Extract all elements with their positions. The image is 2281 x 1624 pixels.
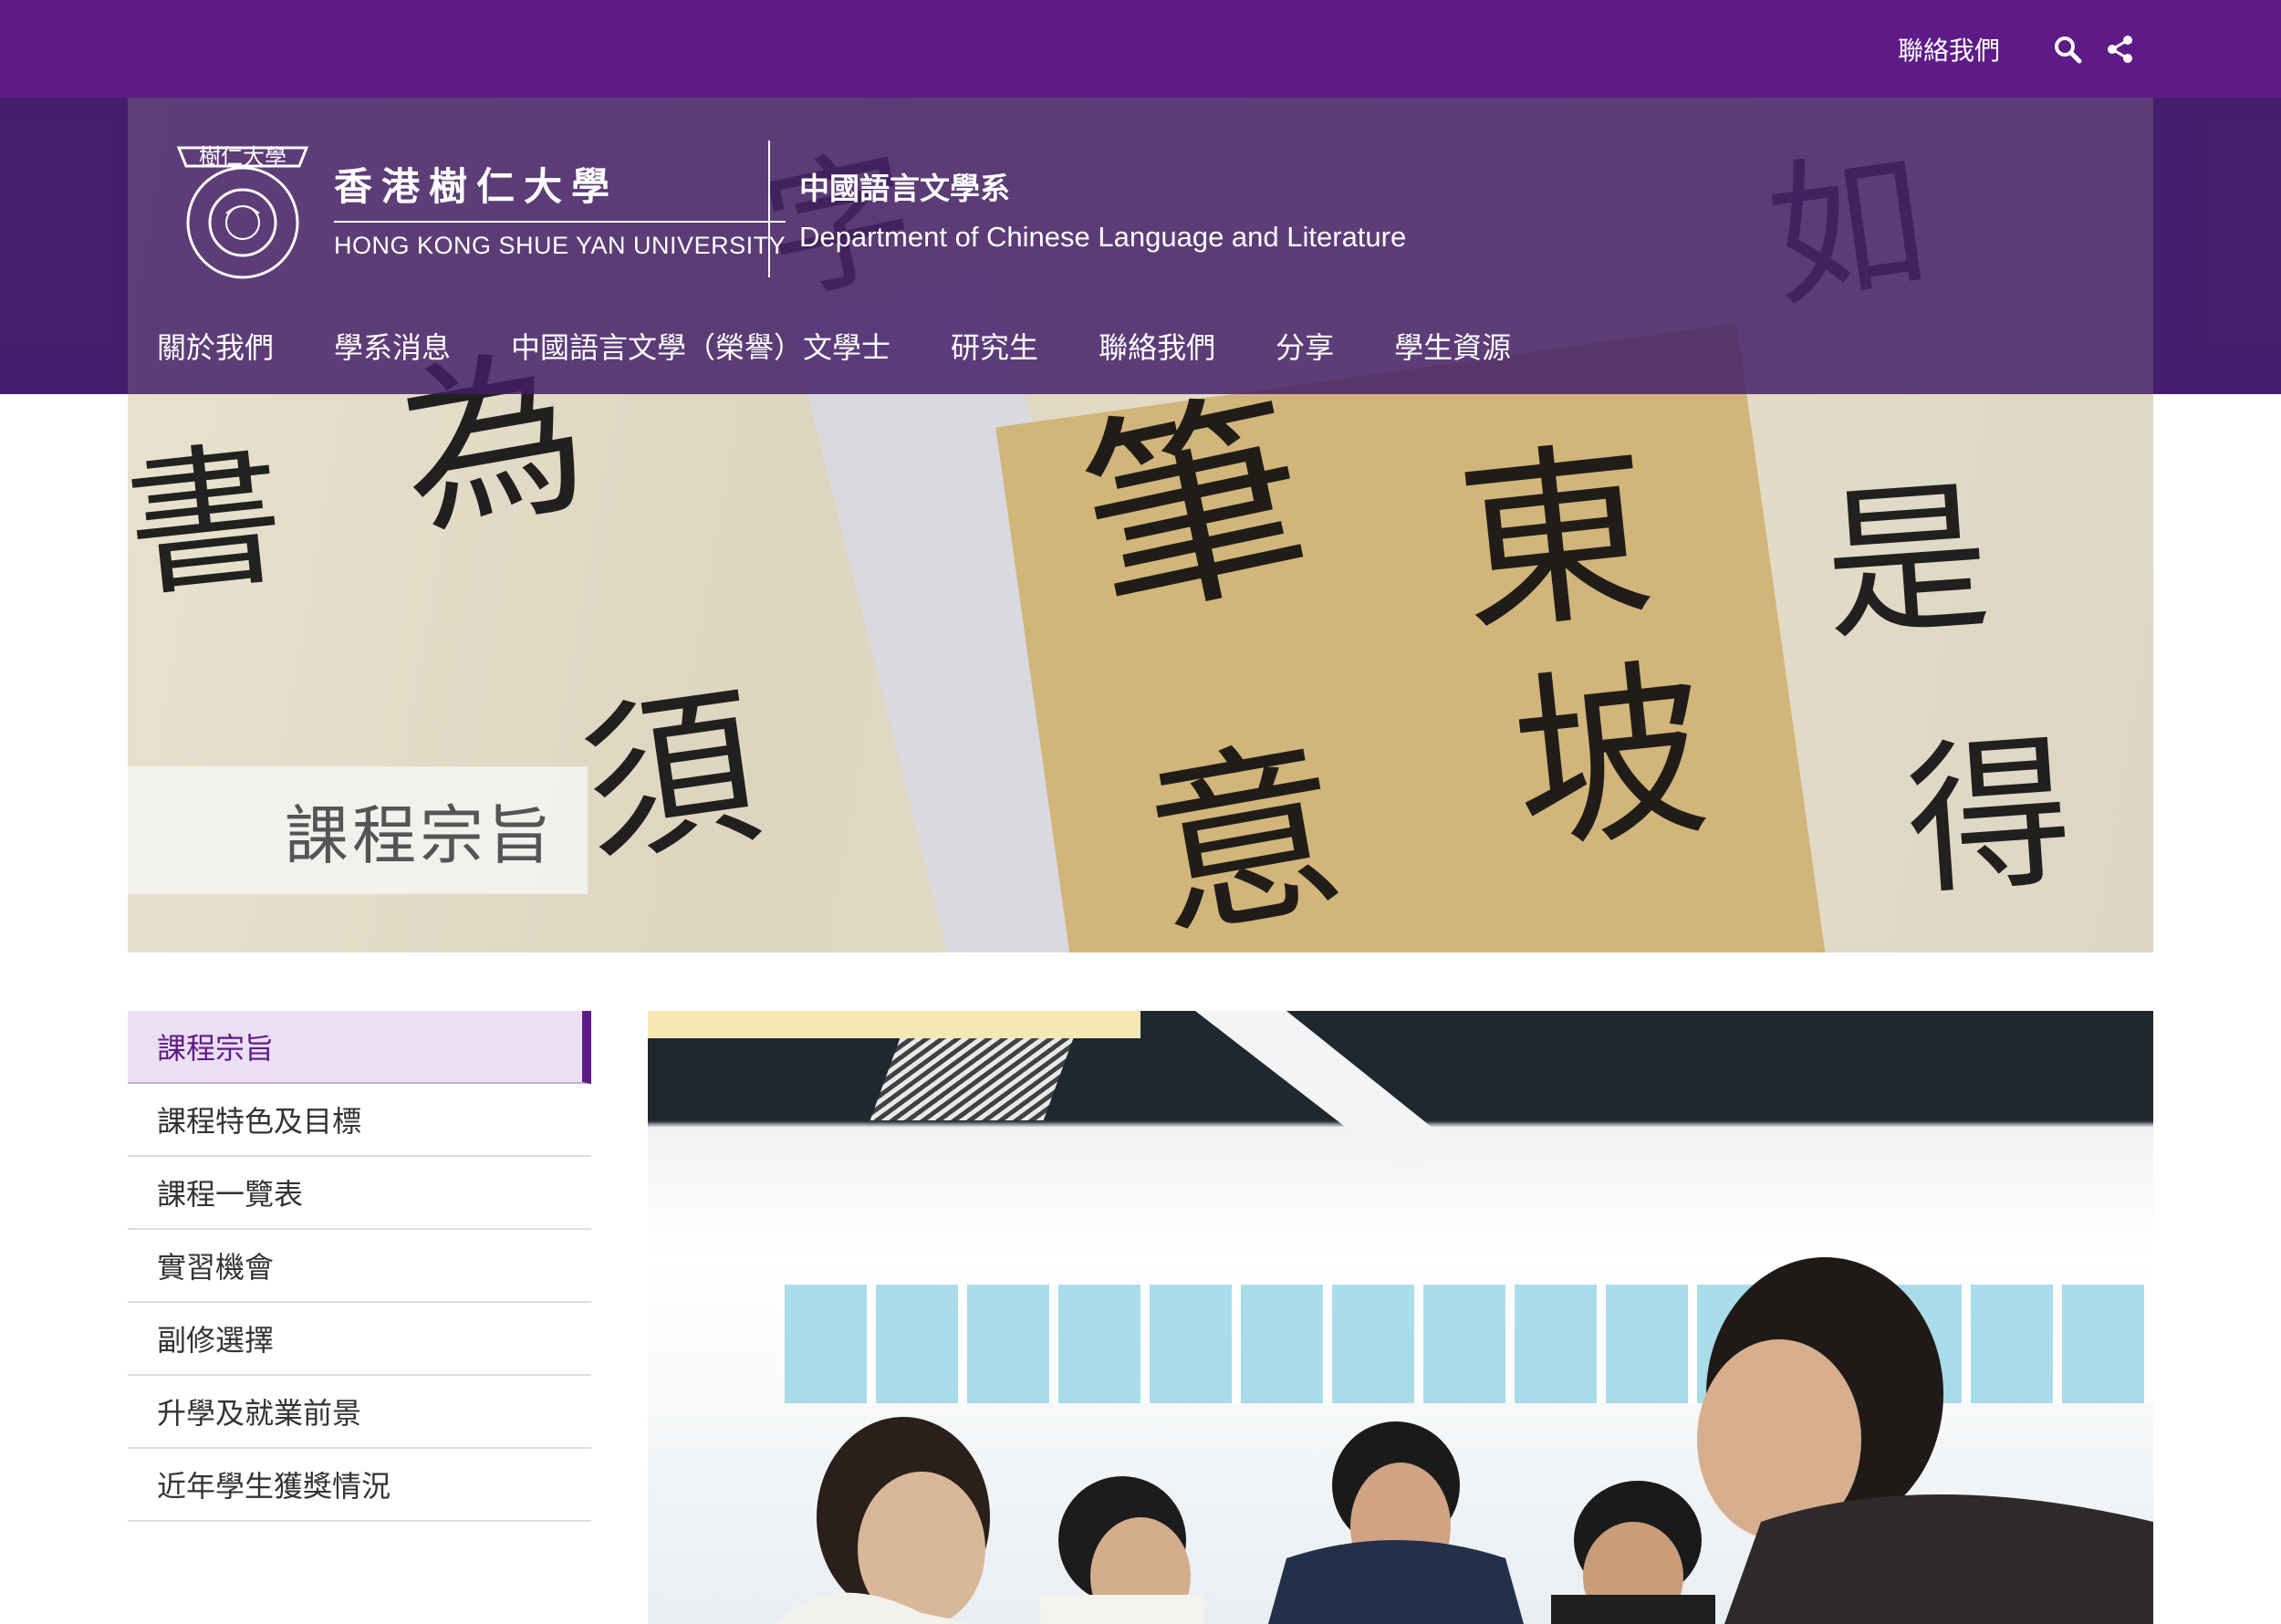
seal-text: 樹仁大學 xyxy=(199,144,286,170)
nav-item-contact[interactable]: 聯絡我們 xyxy=(1099,325,1215,367)
department-name-en: Department of Chinese Language and Liter… xyxy=(799,221,1407,253)
nav-item-about[interactable]: 關於我們 xyxy=(157,325,274,367)
nav-item-news[interactable]: 學系消息 xyxy=(334,325,451,367)
utility-links: 聯絡我們 xyxy=(1898,0,2135,98)
students-photo xyxy=(648,1011,2153,1624)
department-name-zh: 中國語言文學系 xyxy=(799,172,1010,205)
search-icon[interactable] xyxy=(2053,35,2082,64)
sidebar-item-prospects[interactable]: 升學及就業前景 xyxy=(128,1376,591,1449)
sidebar-subnav: 課程宗旨 課程特色及目標 課程一覽表 實習機會 副修選擇 升學及就業前景 近年學… xyxy=(128,1011,591,1522)
contact-us-link[interactable]: 聯絡我們 xyxy=(1898,31,2000,68)
sidebar-item-awards[interactable]: 近年學生獲獎情況 xyxy=(128,1449,591,1522)
page-title-banner: 課程宗旨 xyxy=(128,766,588,894)
share-icon[interactable] xyxy=(2106,35,2135,64)
nav-item-student-resources[interactable]: 學生資源 xyxy=(1394,325,1511,367)
sidebar-item-programme-list[interactable]: 課程一覽表 xyxy=(128,1157,591,1230)
sidebar-item-minor[interactable]: 副修選擇 xyxy=(128,1303,591,1376)
brand-divider xyxy=(768,141,770,277)
nav-item-ba-programme[interactable]: 中國語言文學（榮譽）文學士 xyxy=(511,325,891,367)
sidebar-item-features-objectives[interactable]: 課程特色及目標 xyxy=(128,1084,591,1157)
nav-item-share[interactable]: 分享 xyxy=(1276,325,1334,367)
page-title: 課程宗旨 xyxy=(285,799,555,871)
main-navigation: 關於我們 學系消息 中國語言文學（榮譽）文學士 研究生 聯絡我們 分享 學生資源 xyxy=(157,325,1571,367)
university-logo[interactable]: 樹仁大學 香港樹仁大學 HONG KONG SHUE YAN UNIVERSIT… xyxy=(170,135,786,281)
department-name[interactable]: 中國語言文學系 Department of Chinese Language a… xyxy=(799,164,1406,254)
photo-people xyxy=(776,1011,2153,1624)
university-name-en: HONG KONG SHUE YAN UNIVERSITY xyxy=(334,221,786,260)
sidebar-item-internship[interactable]: 實習機會 xyxy=(128,1230,591,1303)
top-utility-bar: 聯絡我們 xyxy=(0,0,2281,98)
nav-item-postgraduate[interactable]: 研究生 xyxy=(951,325,1038,367)
university-name-zh: 香港樹仁大學 xyxy=(334,165,620,208)
sidebar-item-programme-aims[interactable]: 課程宗旨 xyxy=(128,1011,591,1084)
university-seal-icon: 樹仁大學 xyxy=(176,144,309,279)
university-name: 香港樹仁大學 HONG KONG SHUE YAN UNIVERSITY xyxy=(334,156,786,260)
